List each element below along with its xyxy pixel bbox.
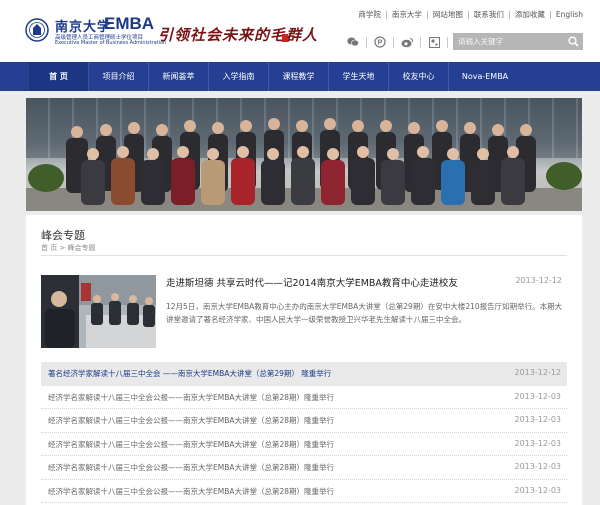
top-links: 商学院 南京大学 网站地图 联系我们 添加收藏 English bbox=[358, 9, 583, 20]
feature-description: 12月5日，南京大学EMBA教育中心主办的南京大学EMBA大讲堂（总第29期）在… bbox=[166, 302, 563, 324]
nav-home[interactable]: 首 页 bbox=[29, 62, 89, 91]
list-item[interactable]: 著名经济学家解读十八届三中全会 ——南京大学EMBA大讲堂（总第29期） 隆重举… bbox=[41, 362, 567, 386]
list-item-title[interactable]: 经济学名家解读十八届三中全会公报——南京大学EMBA大讲堂（总第28期）隆重举行 bbox=[48, 415, 334, 426]
nav-nova-emba[interactable]: Nova-EMBA bbox=[449, 62, 521, 91]
list-item[interactable]: 经济学名家解读十八届三中全会公报——南京大学EMBA大讲堂（总第28期）隆重举行… bbox=[41, 386, 567, 409]
search-icon[interactable] bbox=[566, 35, 580, 48]
toplink-school[interactable]: 商学院 bbox=[358, 9, 381, 20]
toplink-university[interactable]: 南京大学 bbox=[392, 9, 422, 20]
nav-alumni[interactable]: 校友中心 bbox=[389, 62, 449, 91]
divider bbox=[426, 10, 428, 19]
wechat-icon[interactable] bbox=[346, 35, 360, 49]
section-title: 峰会专题 bbox=[41, 229, 85, 242]
svg-text:P: P bbox=[378, 40, 383, 47]
nav-program[interactable]: 项目介绍 bbox=[89, 62, 149, 91]
divider bbox=[467, 10, 469, 19]
content-panel: 峰会专题 首 页 > 峰会专题 走进斯坦德 共享云时代——记2014南京大学EM… bbox=[26, 215, 582, 505]
nav-items: 首 页 项目介绍 新闻荟萃 入学指南 课程教学 学生天地 校友中心 Nova-E… bbox=[29, 62, 521, 91]
toplink-sitemap[interactable]: 网站地图 bbox=[433, 9, 463, 20]
divider bbox=[41, 255, 567, 256]
feature-photo bbox=[41, 275, 156, 348]
list-item-date: 2013-12-03 bbox=[514, 462, 562, 471]
search-input[interactable] bbox=[453, 33, 563, 50]
breadcrumb[interactable]: 首 页 > 峰会专题 bbox=[41, 243, 96, 253]
toplink-favorite[interactable]: 添加收藏 bbox=[515, 9, 545, 20]
logo-emba[interactable]: EMBA bbox=[104, 14, 154, 34]
list-item-title[interactable]: 经济学名家解读十八届三中全会公报——南京大学EMBA大讲堂（总第28期）隆重举行 bbox=[48, 486, 334, 497]
feature-title[interactable]: 走进斯坦德 共享云时代——记2014南京大学EMBA教育中心走进校友 bbox=[166, 275, 458, 289]
divider bbox=[420, 36, 421, 48]
list-item[interactable]: 经济学名家解读十八届三中全会公报——南京大学EMBA大讲堂（总第28期）隆重举行… bbox=[41, 480, 567, 503]
logo-subtitle-en: Executive Master of Business Administrat… bbox=[55, 40, 167, 46]
nav-courses[interactable]: 课程教学 bbox=[269, 62, 329, 91]
list-item-title[interactable]: 经济学名家解读十八届三中全会公报——南京大学EMBA大讲堂（总第28期）隆重举行 bbox=[48, 439, 334, 450]
list-item[interactable]: 经济学名家解读十八届三中全会公报——南京大学EMBA大讲堂（总第28期）隆重举行… bbox=[41, 433, 567, 456]
toplink-contact[interactable]: 联系我们 bbox=[474, 9, 504, 20]
list-item-date: 2013-12-03 bbox=[514, 391, 562, 401]
banner-people bbox=[28, 118, 582, 205]
slogan: 引领社会未来的毛群人 bbox=[158, 26, 319, 44]
nav-news[interactable]: 新闻荟萃 bbox=[149, 62, 209, 91]
social-links: P bbox=[346, 35, 468, 49]
toplink-english[interactable]: English bbox=[556, 10, 583, 19]
list-item-date: 2013-12-03 bbox=[514, 485, 562, 495]
weibo-icon[interactable] bbox=[400, 35, 414, 49]
divider bbox=[508, 10, 510, 19]
list-item-title[interactable]: 经济学名家解读十八届三中全会公报——南京大学EMBA大讲堂（总第28期）隆重举行 bbox=[48, 392, 334, 403]
main-nav: 首 页 项目介绍 新闻荟萃 入学指南 课程教学 学生天地 校友中心 Nova-E… bbox=[0, 62, 600, 91]
p-icon[interactable]: P bbox=[373, 35, 387, 49]
divider bbox=[366, 36, 367, 48]
list-item-date: 2013-12-03 bbox=[514, 415, 562, 424]
divider bbox=[393, 36, 394, 48]
divider bbox=[385, 10, 387, 19]
article-list: 著名经济学家解读十八届三中全会 ——南京大学EMBA大讲堂（总第29期） 隆重举… bbox=[41, 362, 567, 503]
qrcode-icon[interactable] bbox=[427, 35, 441, 49]
divider bbox=[447, 36, 448, 48]
list-item[interactable]: 经济学名家解读十八届三中全会公报——南京大学EMBA大讲堂（总第28期）隆重举行… bbox=[41, 456, 567, 480]
feature-date: 2013-12-12 bbox=[515, 276, 563, 285]
slogan-seal-icon bbox=[282, 34, 288, 42]
feature-thumbnail[interactable] bbox=[41, 275, 156, 348]
nav-students[interactable]: 学生天地 bbox=[329, 62, 389, 91]
list-item-date: 2013-12-03 bbox=[514, 438, 562, 448]
list-item[interactable]: 经济学名家解读十八届三中全会公报——南京大学EMBA大讲堂（总第28期）隆重举行… bbox=[41, 409, 567, 433]
list-item-title[interactable]: 经济学名家解读十八届三中全会公报——南京大学EMBA大讲堂（总第28期）隆重举行 bbox=[48, 462, 334, 473]
list-item-title[interactable]: 著名经济学家解读十八届三中全会 ——南京大学EMBA大讲堂（总第29期） 隆重举… bbox=[48, 368, 331, 379]
divider bbox=[549, 10, 551, 19]
nav-admission[interactable]: 入学指南 bbox=[209, 62, 269, 91]
site-header: 南京大学 EMBA 高级管理人员工商管理硕士学位项目 Executive Mas… bbox=[0, 0, 600, 62]
university-seal-icon[interactable] bbox=[25, 18, 49, 42]
list-item-date: 2013-12-12 bbox=[514, 368, 562, 377]
banner-group-photo[interactable] bbox=[26, 98, 582, 211]
search-box bbox=[453, 33, 583, 50]
